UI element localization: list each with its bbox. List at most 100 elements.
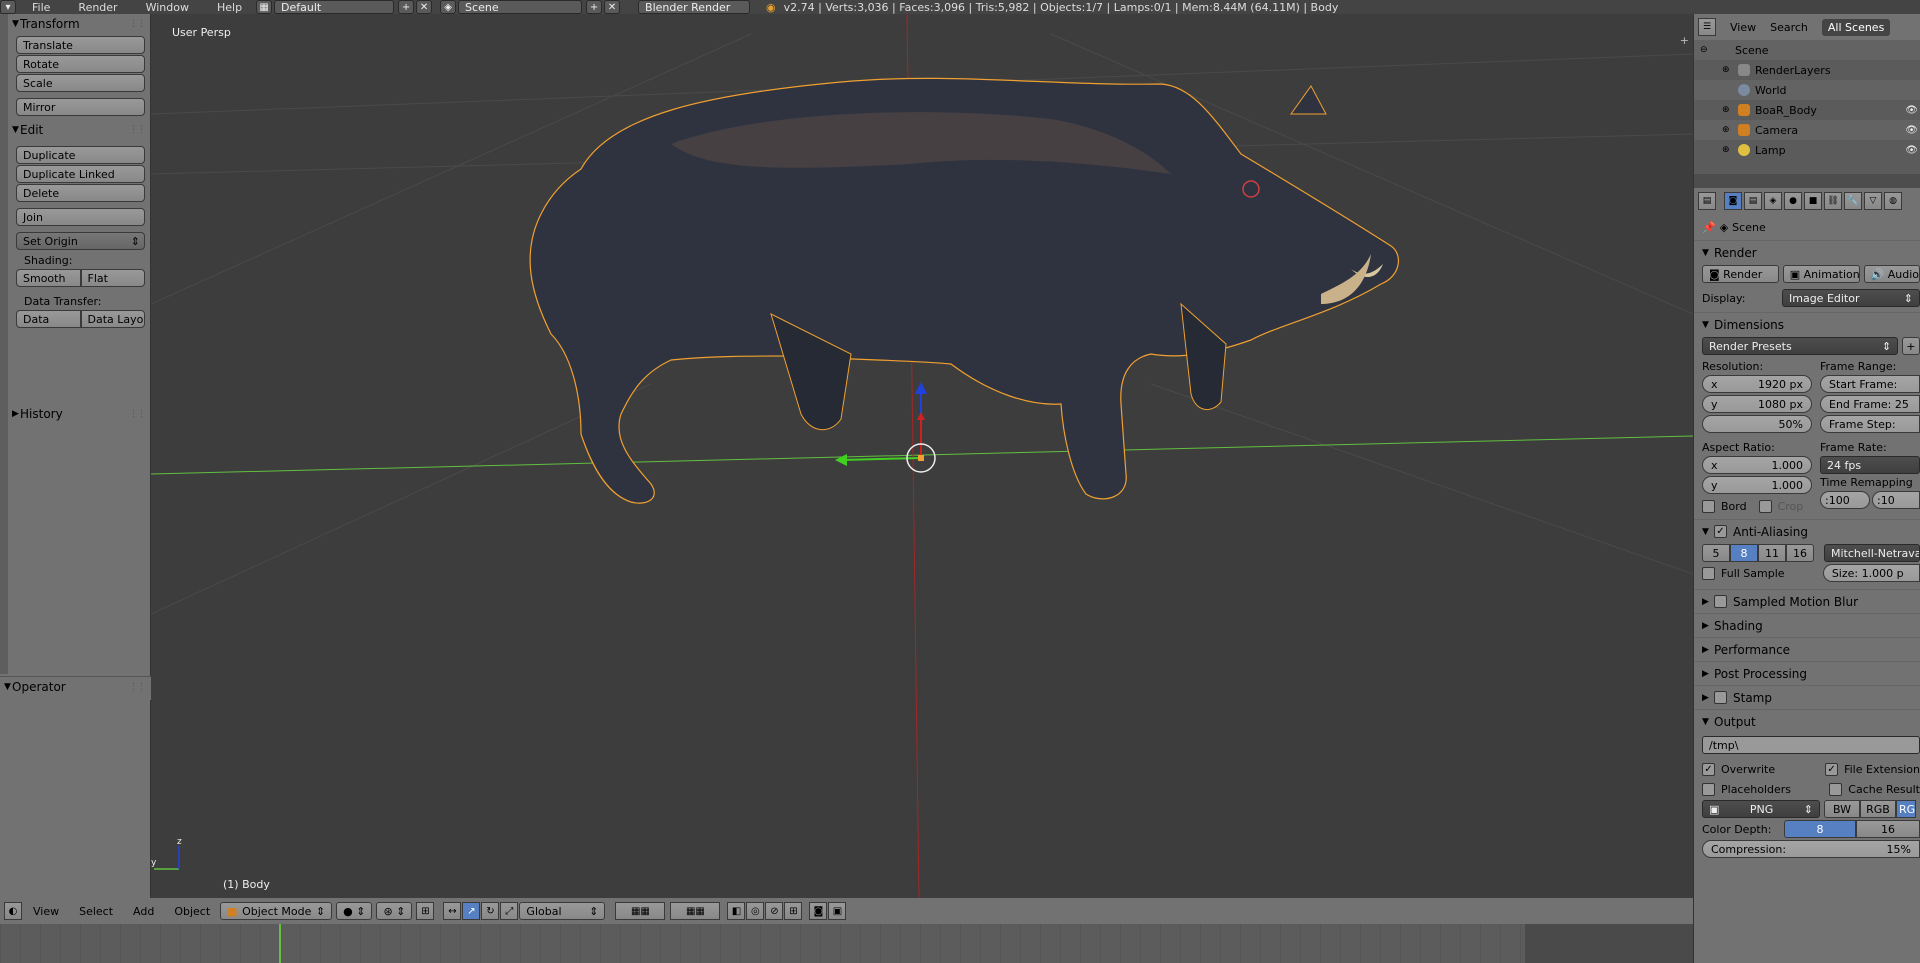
translate-button[interactable]: Translate <box>16 36 145 54</box>
outliner-row-camera[interactable]: ⊕ Camera 👁 <box>1694 120 1920 140</box>
collapse-icon[interactable]: ⊖ <box>1700 45 1708 55</box>
drag-grip-icon[interactable]: ⋮⋮ <box>129 19 146 29</box>
duplicate-linked-button[interactable]: Duplicate Linked <box>16 165 145 183</box>
transform-gizmo[interactable] <box>835 382 936 473</box>
scale-button[interactable]: Scale <box>16 74 145 92</box>
color-depth-8[interactable]: 8 <box>1784 820 1856 838</box>
render-engine-dropdown[interactable]: Blender Render <box>638 0 751 14</box>
manipulator-icon[interactable]: ↔ <box>443 902 462 920</box>
animation-button[interactable]: ▣ Animation <box>1782 265 1860 283</box>
overwrite-checkbox[interactable]: ✓ Overwrite <box>1702 762 1821 776</box>
pivot-point-dropdown[interactable]: ⊛ ⇕ <box>376 902 413 920</box>
editor-type-icon[interactable]: ▾ <box>0 0 16 14</box>
viewport-canvas[interactable]: y z <box>151 14 1693 898</box>
audio-button[interactable]: 🔊 Audio <box>1863 265 1920 283</box>
flat-button[interactable]: Flat <box>80 269 145 287</box>
scene-tab-icon[interactable]: ◈ <box>1764 192 1782 210</box>
expand-icon[interactable]: ⊕ <box>1722 145 1730 155</box>
transform-panel-header[interactable]: ▼ Transform ⋮⋮ <box>8 14 151 34</box>
scene-icon[interactable]: ◈ <box>440 0 457 14</box>
crop-checkbox[interactable]: Crop <box>1758 500 1803 513</box>
remove-screen-icon[interactable]: ✕ <box>416 0 433 14</box>
screen-layout-dropdown[interactable]: Default <box>274 0 395 14</box>
render-panel-header[interactable]: ▼ Render <box>1694 240 1920 264</box>
dimensions-panel-header[interactable]: ▼ Dimensions <box>1694 312 1920 336</box>
add-screen-icon[interactable]: + <box>398 0 415 14</box>
output-panel-header[interactable]: ▼ Output <box>1694 709 1920 733</box>
color-mode-rgba[interactable]: RGBA <box>1896 800 1916 818</box>
layers-grid-b[interactable]: ▦▦ <box>670 902 721 920</box>
smooth-button[interactable]: Smooth <box>16 269 81 287</box>
menu-add[interactable]: Add <box>123 905 164 918</box>
rotate-manipulator-icon[interactable]: ↻ <box>481 902 500 920</box>
expand-icon[interactable]: ⊕ <box>1722 125 1730 135</box>
data-tab-icon[interactable]: ▽ <box>1864 192 1882 210</box>
object-tab-icon[interactable]: ■ <box>1804 192 1822 210</box>
cache-result-checkbox[interactable]: Cache Result <box>1829 782 1920 796</box>
delete-button[interactable]: Delete <box>16 184 145 202</box>
scale-manipulator-icon[interactable]: ⤢ <box>500 902 519 920</box>
outliner-row-lamp[interactable]: ⊕ Lamp 👁 <box>1694 140 1920 160</box>
outliner-editor-icon[interactable]: ☰ <box>1698 18 1716 36</box>
render-button[interactable]: ◙ Render <box>1702 265 1779 283</box>
orientation-dropdown[interactable]: Global ⇕ <box>519 902 606 920</box>
performance-panel-header[interactable]: ▶ Performance <box>1694 637 1920 661</box>
viewport-shading-dropdown[interactable]: ● ⇕ <box>336 902 373 920</box>
proportional-edit-icon[interactable]: ◎ <box>746 902 765 920</box>
drag-grip-icon[interactable]: ⋮⋮ <box>129 682 146 692</box>
properties-editor-icon[interactable]: ▤ <box>1698 192 1716 210</box>
scene-dropdown[interactable]: Scene <box>458 0 583 14</box>
render-tab-icon[interactable]: ◙ <box>1724 192 1742 210</box>
edit-panel-header[interactable]: ▼ Edit ⋮⋮ <box>8 120 151 140</box>
display-dropdown[interactable]: Image Editor ⇕ <box>1782 289 1920 307</box>
color-mode-bw[interactable]: BW <box>1824 800 1860 818</box>
visibility-eye-icon[interactable]: 👁 <box>1905 105 1918 116</box>
menu-object[interactable]: Object <box>164 905 220 918</box>
file-extensions-checkbox[interactable]: ✓ File Extension <box>1825 762 1920 776</box>
history-panel-header[interactable]: ▶ History ⋮⋮ <box>8 404 151 424</box>
aa-sample-8[interactable]: 8 <box>1730 544 1758 562</box>
snap-element-icon[interactable]: ⊞ <box>784 902 803 920</box>
full-sample-checkbox[interactable]: Full Sample <box>1702 566 1819 580</box>
anti-aliasing-panel-header[interactable]: ▼ ✓ Anti-Aliasing <box>1694 519 1920 543</box>
material-tab-icon[interactable]: ◍ <box>1884 192 1902 210</box>
compression-slider[interactable]: Compression: 15% <box>1702 840 1920 858</box>
expand-icon[interactable]: ⊕ <box>1722 105 1730 115</box>
add-scene-icon[interactable]: + <box>586 0 603 14</box>
snap-toggle-icon[interactable]: ⊘ <box>765 902 784 920</box>
outliner-row-world[interactable]: World <box>1694 80 1920 100</box>
render-presets-dropdown[interactable]: Render Presets ⇕ <box>1702 337 1899 355</box>
modifiers-tab-icon[interactable]: 🔧 <box>1844 192 1862 210</box>
color-depth-16[interactable]: 16 <box>1856 820 1920 838</box>
editor-type-icon[interactable]: ◐ <box>4 902 22 920</box>
menu-help[interactable]: Help <box>203 1 256 14</box>
duplicate-button[interactable]: Duplicate <box>16 146 145 164</box>
placeholders-checkbox[interactable]: Placeholders <box>1702 782 1825 796</box>
set-origin-dropdown[interactable]: Set Origin ⇕ <box>16 232 145 250</box>
mirror-button[interactable]: Mirror <box>16 98 145 116</box>
aa-size-field[interactable]: Size: 1.000 p <box>1822 564 1920 582</box>
menu-file[interactable]: File <box>18 1 64 14</box>
aa-sample-16[interactable]: 16 <box>1786 544 1814 562</box>
stamp-panel-header[interactable]: ▶ Stamp <box>1694 685 1920 709</box>
pin-icon[interactable]: 📌 <box>1702 221 1716 234</box>
boar-mesh[interactable] <box>529 77 1399 504</box>
anti-aliasing-checkbox[interactable]: ✓ <box>1714 525 1727 538</box>
border-checkbox[interactable]: Bord <box>1702 500 1747 513</box>
mode-dropdown[interactable]: ■ Object Mode ⇕ <box>220 902 333 920</box>
expand-icon[interactable]: ⊕ <box>1722 65 1730 75</box>
gizmo-x-arrow-icon[interactable] <box>917 412 925 420</box>
expand-region-icon[interactable]: + <box>1680 34 1689 47</box>
shading-panel-header[interactable]: ▶ Shading <box>1694 613 1920 637</box>
outliner-row-scene[interactable]: ⊖ Scene <box>1694 40 1920 60</box>
timeline-frames[interactable] <box>0 924 1525 963</box>
outliner-scrollbar[interactable] <box>1694 174 1920 188</box>
manipulator-toggle-icon[interactable]: ⊞ <box>416 902 435 920</box>
3d-viewport[interactable]: y z User Persp (1) Body + <box>151 14 1693 898</box>
motion-blur-checkbox[interactable] <box>1714 595 1727 608</box>
outliner-row-renderlayers[interactable]: ⊕ RenderLayers <box>1694 60 1920 80</box>
post-processing-panel-header[interactable]: ▶ Post Processing <box>1694 661 1920 685</box>
aspect-x-field[interactable]: x 1.000 <box>1702 456 1812 474</box>
resolution-percent-field[interactable]: 50% <box>1702 415 1812 433</box>
aa-sample-5[interactable]: 5 <box>1702 544 1730 562</box>
